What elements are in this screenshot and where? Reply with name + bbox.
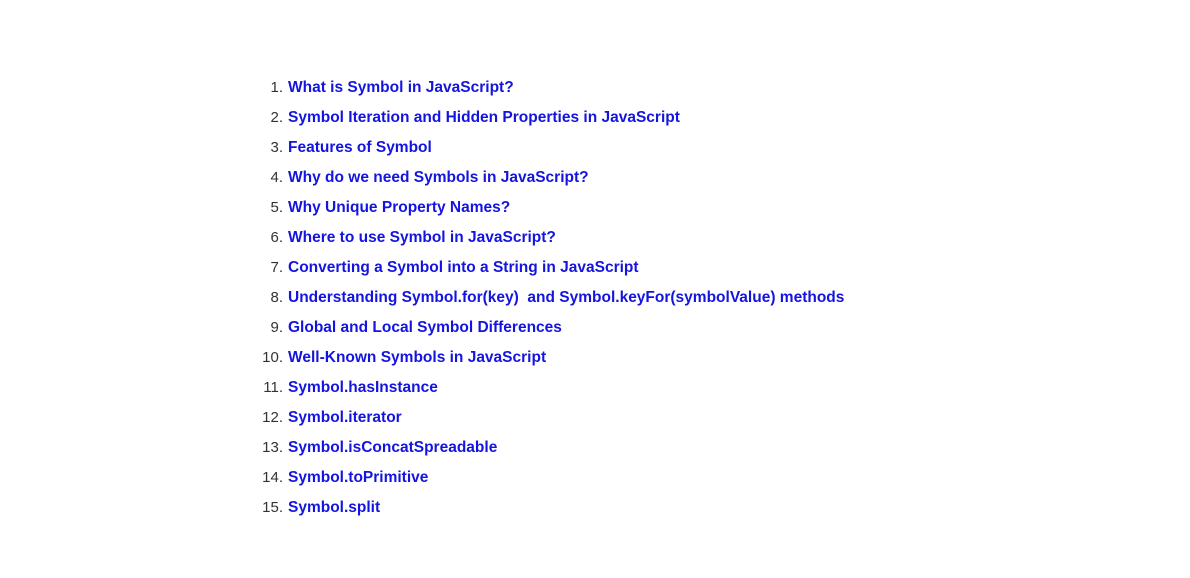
list-item: 3. Features of Symbol: [253, 133, 844, 163]
list-item: 11. Symbol.hasInstance: [253, 373, 844, 403]
toc-link[interactable]: Symbol.iterator: [288, 403, 402, 433]
list-item: 8. Understanding Symbol.for(key) and Sym…: [253, 283, 844, 313]
list-item-marker: 7.: [270, 259, 283, 276]
list-item-marker: 12.: [262, 409, 283, 426]
toc-link[interactable]: Converting a Symbol into a String in Jav…: [288, 253, 639, 283]
list-item: 5. Why Unique Property Names?: [253, 193, 844, 223]
list-item-marker: 14.: [262, 469, 283, 486]
list-item-marker: 3.: [270, 139, 283, 156]
list-item-marker: 8.: [270, 289, 283, 306]
toc-link[interactable]: What is Symbol in JavaScript?: [288, 73, 514, 103]
list-item: 9. Global and Local Symbol Differences: [253, 313, 844, 343]
list-item: 7. Converting a Symbol into a String in …: [253, 253, 844, 283]
toc-link[interactable]: Why Unique Property Names?: [288, 193, 510, 223]
toc-link[interactable]: Understanding Symbol.for(key) and Symbol…: [288, 283, 844, 313]
list-item: 10. Well-Known Symbols in JavaScript: [253, 343, 844, 373]
list-item-marker: 11.: [263, 379, 283, 396]
list-item-marker: 1.: [270, 79, 283, 96]
list-item-marker: 13.: [262, 439, 283, 456]
list-item-marker: 2.: [270, 109, 283, 126]
toc-link[interactable]: Features of Symbol: [288, 133, 432, 163]
list-item: 1. What is Symbol in JavaScript?: [253, 73, 844, 103]
list-item-marker: 4.: [270, 169, 283, 186]
toc-link[interactable]: Well-Known Symbols in JavaScript: [288, 343, 546, 373]
list-item: 2. Symbol Iteration and Hidden Propertie…: [253, 103, 844, 133]
list-item: 15. Symbol.split: [253, 493, 844, 523]
list-item-marker: 10.: [262, 349, 283, 366]
toc-link[interactable]: Symbol.toPrimitive: [288, 463, 428, 493]
page-root: 1. What is Symbol in JavaScript? 2. Symb…: [0, 0, 1190, 578]
list-item: 4. Why do we need Symbols in JavaScript?: [253, 163, 844, 193]
list-item: 14. Symbol.toPrimitive: [253, 463, 844, 493]
toc-link[interactable]: Symbol.split: [288, 493, 380, 523]
list-item-marker: 5.: [270, 199, 283, 216]
list-item-marker: 6.: [270, 229, 283, 246]
toc-link[interactable]: Symbol.isConcatSpreadable: [288, 433, 497, 463]
toc-link[interactable]: Symbol.hasInstance: [288, 373, 438, 403]
table-of-contents-list: 1. What is Symbol in JavaScript? 2. Symb…: [253, 73, 844, 523]
toc-link[interactable]: Why do we need Symbols in JavaScript?: [288, 163, 589, 193]
toc-link[interactable]: Where to use Symbol in JavaScript?: [288, 223, 556, 253]
list-item: 6. Where to use Symbol in JavaScript?: [253, 223, 844, 253]
list-item: 13. Symbol.isConcatSpreadable: [253, 433, 844, 463]
list-item-marker: 15.: [262, 499, 283, 516]
toc-link[interactable]: Global and Local Symbol Differences: [288, 313, 562, 343]
list-item: 12. Symbol.iterator: [253, 403, 844, 433]
toc-link[interactable]: Symbol Iteration and Hidden Properties i…: [288, 103, 680, 133]
list-item-marker: 9.: [270, 319, 283, 336]
